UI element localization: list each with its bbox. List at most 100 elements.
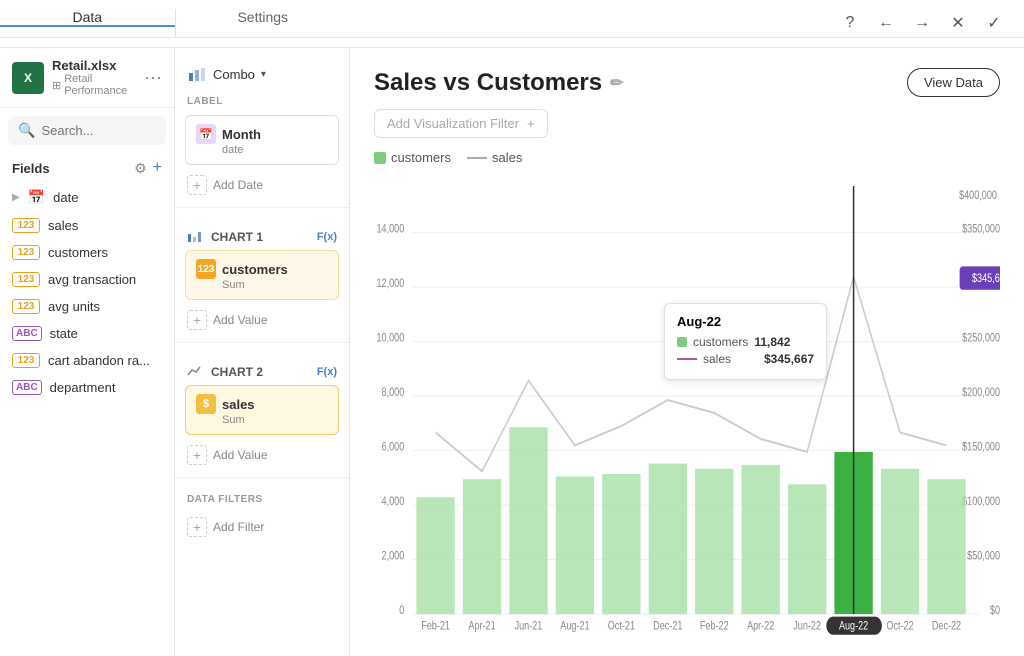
add-field-icon[interactable]: + xyxy=(153,159,162,177)
chart1-fx-button[interactable]: F(x) xyxy=(317,231,337,243)
svg-text:Oct-22: Oct-22 xyxy=(886,621,913,633)
svg-text:$150,000: $150,000 xyxy=(962,442,1000,454)
svg-text:Oct-21: Oct-21 xyxy=(608,621,635,633)
svg-text:$400,000: $400,000 xyxy=(959,190,997,202)
field-date[interactable]: ▶ 📅 date xyxy=(0,183,174,212)
field-type-dept: ABC xyxy=(12,380,42,395)
tab-data[interactable]: Data xyxy=(0,9,175,27)
filter-placeholder-text: Add Visualization Filter xyxy=(387,116,519,131)
field-type-avgt: 123 xyxy=(12,272,40,287)
schema-icon[interactable]: ⚙ xyxy=(134,160,147,177)
legend-customers-color xyxy=(374,152,386,164)
svg-text:$200,000: $200,000 xyxy=(962,387,1000,399)
svg-text:4,000: 4,000 xyxy=(382,496,405,508)
svg-text:$350,000: $350,000 xyxy=(962,224,1000,236)
field-department[interactable]: ABC department xyxy=(0,374,174,401)
more-button[interactable]: ⋯ xyxy=(144,69,162,87)
fields-label: Fields xyxy=(12,161,130,176)
legend-sales-label: sales xyxy=(492,150,522,165)
chart2-add-value-button[interactable]: + Add Value xyxy=(175,441,349,469)
forward-icon[interactable]: → xyxy=(908,9,936,37)
file-subtitle: ⊞ Retail Performance xyxy=(52,73,136,97)
field-avg-units[interactable]: 123 avg units xyxy=(0,293,174,320)
view-data-button[interactable]: View Data xyxy=(907,68,1000,97)
combo-selector[interactable]: Combo ▾ xyxy=(175,60,349,92)
sales-value-icon: $ xyxy=(196,394,216,414)
tooltip-customers-row: customers 11,842 xyxy=(677,335,814,349)
field-cart-label: cart abandon ra... xyxy=(48,353,150,368)
combo-chart-icon xyxy=(187,64,207,84)
chart2-sales-card[interactable]: $ sales Sum xyxy=(185,385,339,435)
chart-main-title: Sales vs Customers xyxy=(374,69,602,97)
filter-add-icon: + xyxy=(527,116,535,131)
chart1-add-label: Add Value xyxy=(213,313,268,327)
svg-text:$345,667: $345,667 xyxy=(972,273,1000,285)
chart1-add-value-button[interactable]: + Add Value xyxy=(175,306,349,334)
svg-text:Dec-22: Dec-22 xyxy=(932,621,961,633)
add-date-plus-icon: + xyxy=(187,175,207,195)
combo-label: Combo xyxy=(213,67,255,82)
field-date-label: date xyxy=(53,190,78,205)
search-input[interactable] xyxy=(41,123,156,138)
field-type-cart: 123 xyxy=(12,353,40,368)
svg-text:Aug-22: Aug-22 xyxy=(839,621,868,633)
tooltip-sales-value: $345,667 xyxy=(764,352,814,366)
field-cart-abandon[interactable]: 123 cart abandon ra... xyxy=(0,347,174,374)
check-icon[interactable]: ✓ xyxy=(980,9,1008,37)
field-sales[interactable]: 123 sales xyxy=(0,212,174,239)
field-type-avgu: 123 xyxy=(12,299,40,314)
svg-text:12,000: 12,000 xyxy=(377,278,405,290)
date-card-sub: date xyxy=(222,144,328,156)
field-sales-label: sales xyxy=(48,218,78,233)
customers-value-icon: 123 xyxy=(196,259,216,279)
field-customers[interactable]: 123 customers xyxy=(0,239,174,266)
legend-customers: customers xyxy=(374,150,451,165)
middle-panel: Combo ▾ LABEL 📅 Month date + Add Date xyxy=(175,48,350,656)
chart1-add-plus-icon: + xyxy=(187,310,207,330)
svg-text:Jun-22: Jun-22 xyxy=(793,621,821,633)
label-section: LABEL xyxy=(175,92,349,115)
svg-text:2,000: 2,000 xyxy=(382,551,405,563)
svg-text:$50,000: $50,000 xyxy=(967,551,1000,563)
chart2-line-icon xyxy=(187,363,205,381)
field-state-label: state xyxy=(50,326,78,341)
svg-text:14,000: 14,000 xyxy=(377,224,405,236)
tooltip-customers-dot xyxy=(677,337,687,347)
search-icon: 🔍 xyxy=(18,122,35,139)
chart2-header: CHART 2 F(x) xyxy=(175,359,349,385)
tooltip-sales-dot xyxy=(677,358,697,360)
chart1-customers-card[interactable]: 123 customers Sum xyxy=(185,250,339,300)
close-icon[interactable]: ✕ xyxy=(944,9,972,37)
svg-text:$100,000: $100,000 xyxy=(962,496,1000,508)
svg-text:Jun-21: Jun-21 xyxy=(515,621,543,633)
customers-value-sub: Sum xyxy=(222,279,328,291)
add-filter-button[interactable]: + Add Filter xyxy=(175,513,349,541)
fields-list: ▶ 📅 date 123 sales 123 customers 123 avg… xyxy=(0,183,174,656)
tab-settings[interactable]: Settings xyxy=(176,9,351,27)
edit-title-icon[interactable]: ✏ xyxy=(610,73,623,93)
tooltip-customers-label: customers xyxy=(693,335,748,349)
field-type-customers: 123 xyxy=(12,245,40,260)
svg-text:Aug-21: Aug-21 xyxy=(560,621,589,633)
svg-text:Apr-21: Apr-21 xyxy=(468,621,495,633)
chart2-title: CHART 2 xyxy=(211,365,311,379)
chart-container: 0 2,000 4,000 6,000 8,000 10,000 12,000 … xyxy=(374,173,1000,640)
help-icon[interactable]: ? xyxy=(836,9,864,37)
chart2-add-label: Add Value xyxy=(213,448,268,462)
add-date-label: Add Date xyxy=(213,178,263,192)
date-field-icon: 📅 xyxy=(196,124,216,144)
back-icon[interactable]: ← xyxy=(872,9,900,37)
add-visualization-filter[interactable]: Add Visualization Filter + xyxy=(374,109,548,138)
file-name: Retail.xlsx xyxy=(52,58,136,73)
chart2-fx-button[interactable]: F(x) xyxy=(317,366,337,378)
svg-text:8,000: 8,000 xyxy=(382,387,405,399)
field-state[interactable]: ABC state xyxy=(0,320,174,347)
sales-value-title: sales xyxy=(222,397,255,412)
svg-text:$0: $0 xyxy=(990,605,1000,617)
field-avg-transaction[interactable]: 123 avg transaction xyxy=(0,266,174,293)
sales-value-sub: Sum xyxy=(222,414,328,426)
filters-label: DATA FILTERS xyxy=(175,490,349,513)
svg-text:0: 0 xyxy=(399,605,404,617)
date-card[interactable]: 📅 Month date xyxy=(185,115,339,165)
add-date-button[interactable]: + Add Date xyxy=(175,171,349,199)
